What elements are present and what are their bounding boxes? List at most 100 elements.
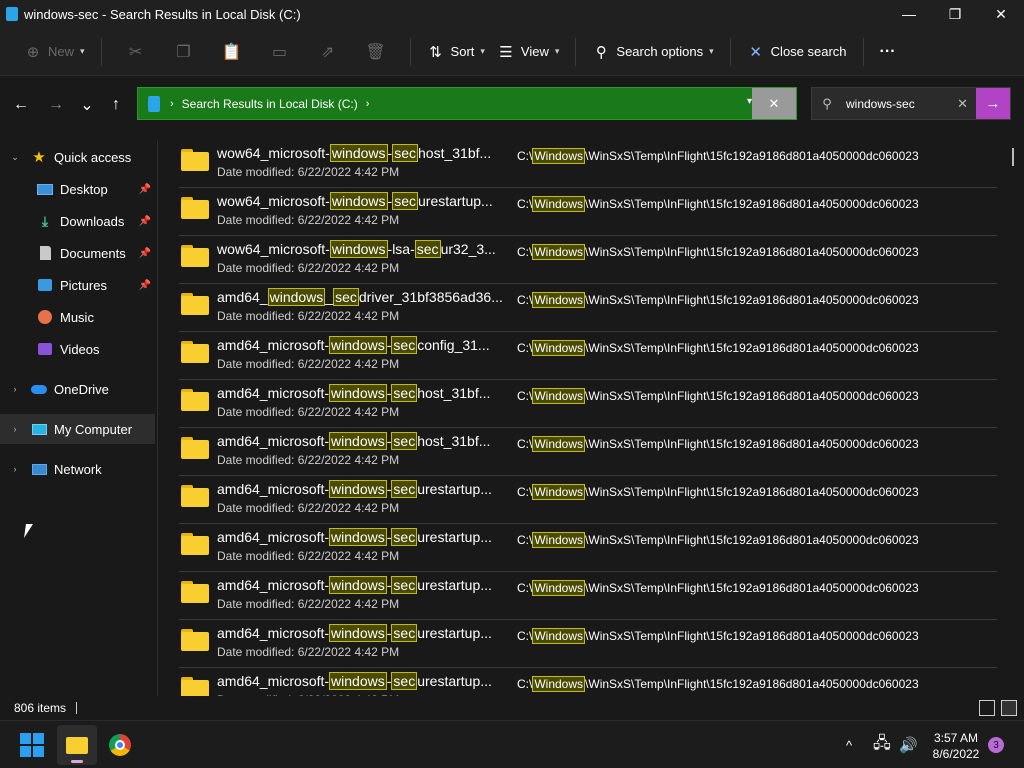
details-view-icon[interactable] xyxy=(979,700,995,716)
table-row[interactable]: amd64_microsoft-windows - sec urestartup...… xyxy=(179,524,997,572)
taskbar-chrome[interactable] xyxy=(100,725,140,765)
file-path[interactable]: C:\ Windows \WinSxS\Temp\InFlight\15fc192a… xyxy=(517,676,919,692)
forward-button[interactable]: → xyxy=(44,93,68,117)
search-results-icon xyxy=(148,95,162,112)
maximize-button[interactable]: ❐ xyxy=(932,0,978,28)
close-search-button[interactable]: ✕ Close search xyxy=(741,36,853,68)
rename-button[interactable]: ▭ xyxy=(256,36,304,68)
close-address-button[interactable]: ✕ xyxy=(752,88,796,119)
file-path[interactable]: C:\ Windows \WinSxS\Temp\InFlight\15fc192a… xyxy=(517,388,919,404)
share-button[interactable]: ⇗ xyxy=(304,36,352,68)
vertical-scrollbar[interactable] xyxy=(1012,148,1014,166)
chevron-right-icon[interactable]: › xyxy=(8,384,22,394)
file-name[interactable]: amd64_microsoft-windows - sec host_31bf... xyxy=(217,432,490,450)
table-row[interactable]: amd64_microsoft-windows - sec host_31bf... D… xyxy=(179,380,997,428)
date-value: 6/22/2022 4:42 PM xyxy=(297,549,400,563)
file-path-part: C:\ xyxy=(517,197,533,211)
file-name[interactable]: amd64_microsoft-windows - sec config_31... xyxy=(217,336,490,354)
file-path[interactable]: C:\ Windows \WinSxS\Temp\InFlight\15fc192a… xyxy=(517,532,919,548)
copy-button[interactable]: ❐ xyxy=(160,36,208,68)
sidebar-item-videos[interactable]: Videos xyxy=(0,334,155,364)
file-name[interactable]: amd64_microsoft-windows - sec host_31bf... xyxy=(217,384,490,402)
minimize-button[interactable]: — xyxy=(886,0,932,28)
table-row[interactable]: amd64_ windows _ sec driver_31bf3856ad36... D… xyxy=(179,284,997,332)
taskbar-clock[interactable]: 3:57 AM 8/6/2022 xyxy=(928,730,984,762)
file-path-part: C:\ xyxy=(517,581,533,595)
sidebar-item-quick-access[interactable]: ⌄ ★ Quick access xyxy=(0,142,155,172)
file-path[interactable]: C:\ Windows \WinSxS\Temp\InFlight\15fc192a… xyxy=(517,436,919,452)
file-path[interactable]: C:\ Windows \WinSxS\Temp\InFlight\15fc192a… xyxy=(517,196,919,212)
file-path[interactable]: C:\ Windows \WinSxS\Temp\InFlight\15fc192a… xyxy=(517,628,919,644)
table-row[interactable]: wow64_microsoft-windows - sec host_31bf... D… xyxy=(179,140,997,188)
search-go-button[interactable]: → xyxy=(976,88,1010,119)
toolbar-divider xyxy=(729,37,731,66)
network-icon xyxy=(30,461,48,477)
music-icon xyxy=(36,309,54,325)
sidebar-item-downloads[interactable]: ⤓ Downloads 📌 xyxy=(0,206,155,236)
file-path[interactable]: C:\ Windows \WinSxS\Temp\InFlight\15fc192a… xyxy=(517,292,919,308)
address-bar[interactable]: › Search Results in Local Disk (C:) › ▾ … xyxy=(137,87,797,120)
table-row[interactable]: wow64_microsoft-windows - sec urestartup...… xyxy=(179,188,997,236)
volume-icon[interactable]: 🔊 xyxy=(899,721,918,768)
paste-button[interactable]: 📋 xyxy=(208,36,256,68)
sidebar-item-network[interactable]: › Network xyxy=(0,454,155,484)
file-path[interactable]: C:\ Windows \WinSxS\Temp\InFlight\15fc192a… xyxy=(517,244,919,260)
chevron-down-icon: ▾ xyxy=(554,46,560,56)
table-row[interactable]: amd64_microsoft-windows - sec urestartup...… xyxy=(179,620,997,668)
file-name[interactable]: wow64_microsoft-windows -lsa-sec ur32_3... xyxy=(217,240,496,258)
recent-locations-button[interactable]: ⌄ xyxy=(75,93,99,117)
search-input[interactable] xyxy=(846,96,956,111)
table-row[interactable]: wow64_microsoft-windows -lsa-sec ur32_3...… xyxy=(179,236,997,284)
start-button[interactable] xyxy=(20,733,44,757)
windows-logo-icon xyxy=(20,746,31,757)
table-row[interactable]: amd64_microsoft-windows - sec urestartup...… xyxy=(179,572,997,620)
file-path[interactable]: C:\ Windows \WinSxS\Temp\InFlight\15fc192a… xyxy=(517,580,919,596)
tray-overflow-button[interactable]: ^ xyxy=(846,721,852,768)
file-name[interactable]: amd64_microsoft-windows - sec urestartup... xyxy=(217,480,492,498)
delete-button[interactable]: 🗑 xyxy=(352,36,400,68)
chevron-down-icon[interactable]: ⌄ xyxy=(8,152,22,163)
table-row[interactable]: amd64_microsoft-windows - sec urestartup...… xyxy=(179,476,997,524)
file-name[interactable]: amd64_microsoft-windows - sec urestartup... xyxy=(217,624,492,642)
search-options-button[interactable]: ⚲ Search options ▾ xyxy=(586,36,719,68)
sidebar-item-pictures[interactable]: Pictures 📌 xyxy=(0,270,155,300)
breadcrumb-path[interactable]: Search Results in Local Disk (C:) xyxy=(182,97,358,111)
file-path-part: \WinSxS\Temp\InFlight\15fc192a9186d801a4… xyxy=(585,677,919,691)
chevron-right-icon[interactable]: › xyxy=(8,464,22,474)
file-name[interactable]: wow64_microsoft-windows - sec urestartup... xyxy=(217,192,493,210)
up-button[interactable]: ↑ xyxy=(104,93,128,117)
table-row[interactable]: amd64_microsoft-windows - sec host_31bf... D… xyxy=(179,428,997,476)
file-name[interactable]: amd64_microsoft-windows - sec urestartup... xyxy=(217,576,492,594)
chevron-right-icon[interactable]: › xyxy=(8,424,22,434)
file-name[interactable]: amd64_microsoft-windows - sec urestartup... xyxy=(217,672,492,690)
file-name[interactable]: wow64_microsoft-windows - sec host_31bf... xyxy=(217,144,491,162)
file-path[interactable]: C:\ Windows \WinSxS\Temp\InFlight\15fc192a… xyxy=(517,484,919,500)
clear-search-button[interactable]: ✕ xyxy=(957,96,968,112)
sidebar-item-desktop[interactable]: Desktop 📌 xyxy=(0,174,155,204)
sidebar-item-my-computer[interactable]: › My Computer xyxy=(0,414,155,444)
view-button[interactable]: ☰ View ▾ xyxy=(491,36,565,68)
file-path[interactable]: C:\ Windows \WinSxS\Temp\InFlight\15fc192a… xyxy=(517,148,919,164)
file-name-part: amd64_ xyxy=(217,289,268,305)
sort-button[interactable]: ⇅ Sort ▾ xyxy=(421,36,491,68)
cut-button[interactable]: ✂ xyxy=(112,36,160,68)
file-name-part: urestartup... xyxy=(417,481,492,497)
sidebar-item-onedrive[interactable]: › OneDrive xyxy=(0,374,155,404)
sidebar-item-music[interactable]: Music xyxy=(0,302,155,332)
close-search-label: Close search xyxy=(770,44,847,59)
network-status-icon[interactable]: 🖧 xyxy=(873,721,891,768)
new-button[interactable]: ⊕ New ▾ xyxy=(18,36,91,68)
back-button[interactable]: ← xyxy=(9,93,33,117)
table-row[interactable]: amd64_microsoft-windows - sec config_31... D… xyxy=(179,332,997,380)
tiles-view-icon[interactable] xyxy=(1001,700,1017,716)
more-options-button[interactable]: ··· xyxy=(874,36,902,68)
file-name[interactable]: amd64_ windows _ sec driver_31bf3856ad36... xyxy=(217,288,503,306)
notification-badge[interactable]: 3 xyxy=(988,737,1004,753)
file-path[interactable]: C:\ Windows \WinSxS\Temp\InFlight\15fc192a… xyxy=(517,340,919,356)
sidebar-item-documents[interactable]: Documents 📌 xyxy=(0,238,155,268)
file-name-part: _ xyxy=(325,289,334,305)
close-window-button[interactable]: ✕ xyxy=(978,0,1024,28)
taskbar-file-explorer[interactable] xyxy=(57,725,97,765)
file-name[interactable]: amd64_microsoft-windows - sec urestartup... xyxy=(217,528,492,546)
table-row[interactable]: amd64_microsoft-windows - sec urestartup...… xyxy=(179,668,997,696)
